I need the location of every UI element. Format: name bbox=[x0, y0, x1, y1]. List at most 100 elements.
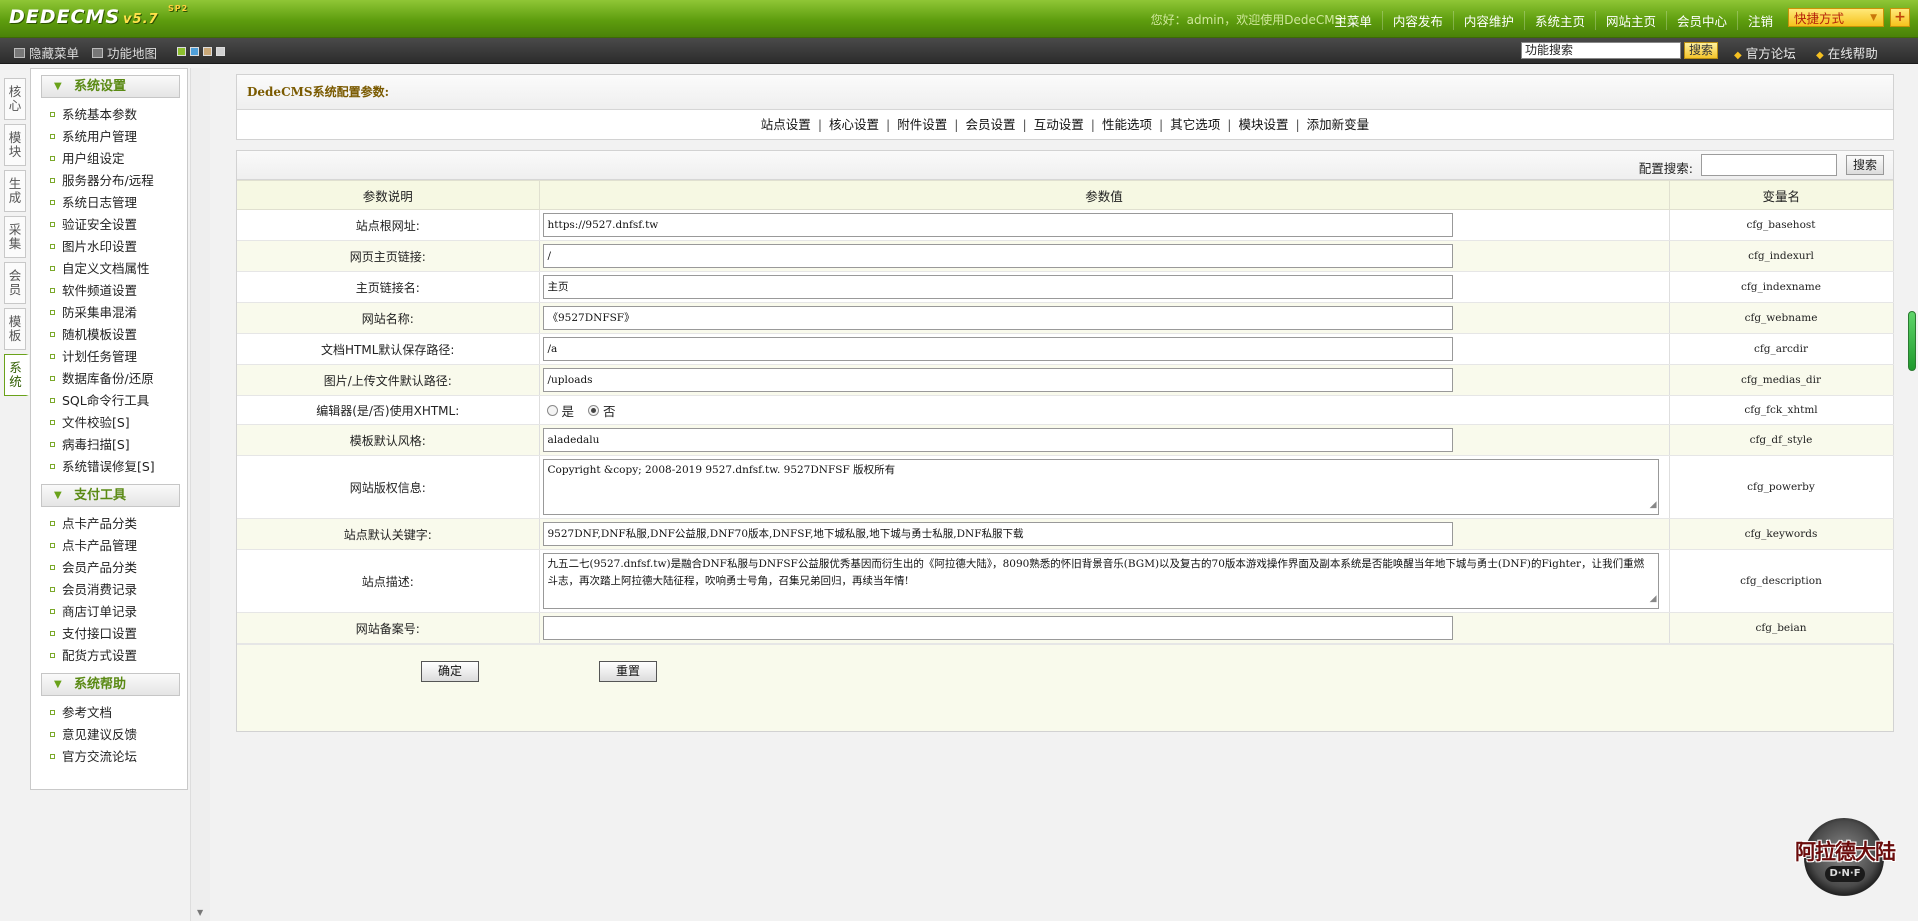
theme-swatch-blue[interactable] bbox=[190, 47, 199, 56]
page-title: DedeCMS系统配置参数: bbox=[237, 75, 1893, 110]
sidebar-item-label: 图片水印设置 bbox=[62, 239, 138, 254]
tab-interaction-settings[interactable]: 互动设置 bbox=[1034, 117, 1084, 132]
sidebar-item[interactable]: 自定义文档属性 bbox=[31, 258, 187, 280]
sidebar-item[interactable]: 服务器分布/远程 bbox=[31, 170, 187, 192]
scroll-indicator[interactable] bbox=[1908, 311, 1916, 371]
sidebar-item[interactable]: 意见建议反馈 bbox=[31, 724, 187, 746]
function-search-input[interactable]: 功能搜索 bbox=[1521, 42, 1681, 59]
radio-yes-label: 是 bbox=[561, 403, 575, 419]
param-value-input[interactable]: /a bbox=[542, 337, 1453, 361]
scroll-down-icon[interactable]: ▼ bbox=[197, 908, 203, 917]
quick-access-dropdown[interactable]: 快捷方式 ▼ bbox=[1788, 8, 1884, 27]
param-value-input[interactable]: 9527DNF,DNF私服,DNF公益服,DNF70版本,DNFSF,地下城私服… bbox=[542, 522, 1453, 546]
bullet-icon bbox=[50, 653, 55, 658]
sidebar-item[interactable]: 图片水印设置 bbox=[31, 236, 187, 258]
sidebar-item[interactable]: 点卡产品分类 bbox=[31, 513, 187, 535]
hide-menu-button[interactable]: 隐藏菜单 bbox=[14, 43, 79, 62]
sidebar-item[interactable]: 点卡产品管理 bbox=[31, 535, 187, 557]
param-value-input[interactable]: / bbox=[542, 244, 1453, 268]
online-help-link[interactable]: ◆ 在线帮助 bbox=[1816, 43, 1878, 62]
sidebar-section-system-settings[interactable]: ▼ 系统设置 bbox=[41, 75, 180, 98]
sidebar-item[interactable]: 会员产品分类 bbox=[31, 557, 187, 579]
sidebar-item[interactable]: 病毒扫描[S] bbox=[31, 434, 187, 456]
sidebar-item[interactable]: 软件频道设置 bbox=[31, 280, 187, 302]
param-value-cell: /uploads bbox=[539, 364, 1670, 396]
tab-generate[interactable]: 生成 bbox=[4, 170, 26, 212]
param-value-input[interactable] bbox=[542, 616, 1453, 640]
chevron-down-icon: ▼ bbox=[54, 81, 62, 92]
tab-core-settings[interactable]: 核心设置 bbox=[829, 117, 879, 132]
nav-system-home[interactable]: 系统主页 bbox=[1523, 11, 1595, 30]
sidebar-item[interactable]: 文件校验[S] bbox=[31, 412, 187, 434]
nav-content-maintain[interactable]: 内容维护 bbox=[1452, 11, 1524, 30]
config-header-panel: DedeCMS系统配置参数: 站点设置 | 核心设置 | 附件设置 | 会员设置 | 互动设置 |… bbox=[236, 74, 1894, 140]
theme-swatch-gray[interactable] bbox=[216, 47, 225, 56]
sidebar-item[interactable]: 会员消费记录 bbox=[31, 579, 187, 601]
add-shortcut-button[interactable]: + bbox=[1890, 8, 1910, 27]
param-value-input[interactable]: 《9527DNFSF》 bbox=[542, 306, 1453, 330]
config-search-button[interactable]: 搜索 bbox=[1846, 155, 1884, 175]
reset-button[interactable]: 重置 bbox=[599, 661, 657, 682]
tab-system[interactable]: 系统 bbox=[4, 354, 29, 396]
official-forum-link[interactable]: ◆ 官方论坛 bbox=[1734, 43, 1796, 62]
sidebar-item[interactable]: 防采集串混淆 bbox=[31, 302, 187, 324]
tab-core[interactable]: 核心 bbox=[4, 78, 26, 120]
tab-module[interactable]: 模块 bbox=[4, 124, 26, 166]
sidebar-item[interactable]: 商店订单记录 bbox=[31, 601, 187, 623]
theme-swatch-tan[interactable] bbox=[203, 47, 212, 56]
sidebar-item[interactable]: SQL命令行工具 bbox=[31, 390, 187, 412]
sidebar-item[interactable]: 随机模板设置 bbox=[31, 324, 187, 346]
sidebar-item[interactable]: 验证安全设置 bbox=[31, 214, 187, 236]
param-value-input[interactable]: /uploads bbox=[542, 368, 1453, 392]
tab-site-settings[interactable]: 站点设置 bbox=[761, 117, 811, 132]
theme-swatch-green[interactable] bbox=[177, 47, 186, 56]
sidebar-item[interactable]: 参考文档 bbox=[31, 702, 187, 724]
param-value-textarea[interactable]: 九五二七(9527.dnfsf.tw)是融合DNF私服与DNFSF公益服优秀基因… bbox=[542, 553, 1659, 609]
sidebar-item[interactable]: 用户组设定 bbox=[31, 148, 187, 170]
param-value-input[interactable]: aladedalu bbox=[542, 428, 1453, 452]
sidebar-item[interactable]: 系统基本参数 bbox=[31, 104, 187, 126]
tab-template[interactable]: 模板 bbox=[4, 308, 26, 350]
nav-logout[interactable]: 注销 bbox=[1736, 11, 1783, 30]
sidebar-item[interactable]: 系统错误修复[S] bbox=[31, 456, 187, 478]
tab-add-variable[interactable]: 添加新变量 bbox=[1307, 117, 1370, 132]
tab-member[interactable]: 会员 bbox=[4, 262, 26, 304]
sidebar-item[interactable]: 系统日志管理 bbox=[31, 192, 187, 214]
sidebar-section-system-help[interactable]: ▼ 系统帮助 bbox=[41, 673, 180, 696]
confirm-button[interactable]: 确定 bbox=[421, 661, 479, 682]
radio-no[interactable] bbox=[588, 404, 600, 416]
tab-collect[interactable]: 采集 bbox=[4, 216, 26, 258]
sidebar-section-title: 系统设置 bbox=[74, 79, 127, 94]
nav-member-center[interactable]: 会员中心 bbox=[1665, 11, 1737, 30]
resize-grip-icon[interactable]: ◢ bbox=[1650, 497, 1657, 514]
resize-grip-icon[interactable]: ◢ bbox=[1650, 591, 1657, 608]
function-search-button[interactable]: 搜索 bbox=[1684, 42, 1718, 59]
sidebar-item[interactable]: 配货方式设置 bbox=[31, 645, 187, 667]
tab-member-settings[interactable]: 会员设置 bbox=[966, 117, 1016, 132]
sidebar-item[interactable]: 数据库备份/还原 bbox=[31, 368, 187, 390]
sidebar-item[interactable]: 支付接口设置 bbox=[31, 623, 187, 645]
sidebar-item[interactable]: 官方交流论坛 bbox=[31, 746, 187, 768]
param-label: 网站名称: bbox=[237, 302, 540, 334]
sidebar-item[interactable]: 计划任务管理 bbox=[31, 346, 187, 368]
tab-other-options[interactable]: 其它选项 bbox=[1170, 117, 1220, 132]
tab-attachment-settings[interactable]: 附件设置 bbox=[897, 117, 947, 132]
sidebar-scrollbar[interactable]: ▼ bbox=[190, 68, 210, 921]
function-map-button[interactable]: 功能地图 bbox=[92, 43, 157, 62]
param-value-input[interactable]: https://9527.dnfsf.tw bbox=[542, 213, 1453, 237]
hide-menu-label: 隐藏菜单 bbox=[29, 46, 80, 61]
sidebar-item-label: 病毒扫描[S] bbox=[62, 437, 130, 452]
tab-performance-options[interactable]: 性能选项 bbox=[1102, 117, 1152, 132]
dedecms-logo[interactable]: DEDECMS v5.7 SP2 bbox=[9, 4, 187, 28]
nav-main-menu[interactable]: 主菜单 bbox=[1324, 11, 1382, 30]
param-value-textarea[interactable]: Copyright &copy; 2008-2019 9527.dnfsf.tw… bbox=[542, 459, 1659, 515]
tab-module-settings[interactable]: 模块设置 bbox=[1238, 117, 1288, 132]
param-value-input[interactable]: 主页 bbox=[542, 275, 1453, 299]
nav-site-home[interactable]: 网站主页 bbox=[1594, 11, 1666, 30]
param-value-cell: /a bbox=[539, 333, 1670, 365]
nav-content-publish[interactable]: 内容发布 bbox=[1381, 11, 1453, 30]
radio-yes[interactable] bbox=[546, 404, 558, 416]
config-search-input[interactable] bbox=[1701, 154, 1837, 176]
sidebar-section-payment-tools[interactable]: ▼ 支付工具 bbox=[41, 484, 180, 507]
sidebar-item[interactable]: 系统用户管理 bbox=[31, 126, 187, 148]
